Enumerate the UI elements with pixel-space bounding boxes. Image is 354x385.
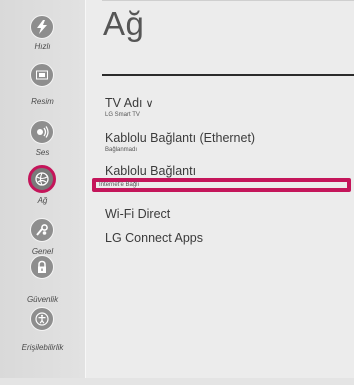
sidebar-item-label: Ses <box>35 148 50 157</box>
network-globe-icon <box>28 165 56 193</box>
divider <box>102 0 354 1</box>
menu-item-wired-ethernet[interactable]: Kablolu Bağlantı (Ethernet) Bağlanmadı <box>105 131 255 153</box>
lightning-icon <box>30 15 54 39</box>
page-title: Ağ <box>103 5 145 42</box>
menu-item-value: Bağlanmadı <box>105 147 138 153</box>
sidebar-item-label: Güvenlik <box>26 295 59 304</box>
sound-icon <box>30 120 54 144</box>
sidebar-item-label: Erişilebilirlik <box>21 343 64 352</box>
picture-icon <box>30 63 54 87</box>
menu-item-value: LG Smart TV <box>105 112 140 118</box>
lock-icon <box>30 255 54 279</box>
sidebar-item-label: Hızlı <box>34 42 51 51</box>
sidebar-item-label: Ağ <box>37 196 48 205</box>
menu-item-lg-connect-apps[interactable]: LG Connect Apps <box>105 231 203 245</box>
sidebar-item-label: Resim <box>31 97 54 106</box>
menu-item-label: Wi-Fi Direct <box>105 207 171 221</box>
menu-item-tv-name[interactable]: TV Adı ∨ LG Smart TV <box>105 96 154 118</box>
sidebar: Hızlı Resim Ses Ağ Genel Güvenlik Erişil… <box>0 0 85 385</box>
menu-item-wired-connection[interactable]: Kablolu Bağlantı <box>105 164 196 178</box>
menu-item-label: Kablolu Bağlantı <box>105 164 197 178</box>
bottom-band <box>0 378 354 385</box>
menu-item-label: TV Adı <box>105 96 143 110</box>
main-panel: Ağ TV Adı ∨ LG Smart TV Kablolu Bağlantı … <box>86 0 354 385</box>
menu-item-label: LG Connect Apps <box>105 231 203 245</box>
divider <box>102 74 354 76</box>
menu-item-label: Kablolu Bağlantı (Ethernet) <box>105 131 256 145</box>
accessibility-icon <box>30 307 54 331</box>
wrench-gear-icon <box>30 218 54 242</box>
menu-item-value: İnternet'e Bağlı <box>99 182 140 188</box>
chevron-down-icon: ∨ <box>145 98 154 110</box>
menu-item-wifi-direct[interactable]: Wi-Fi Direct <box>105 207 170 221</box>
